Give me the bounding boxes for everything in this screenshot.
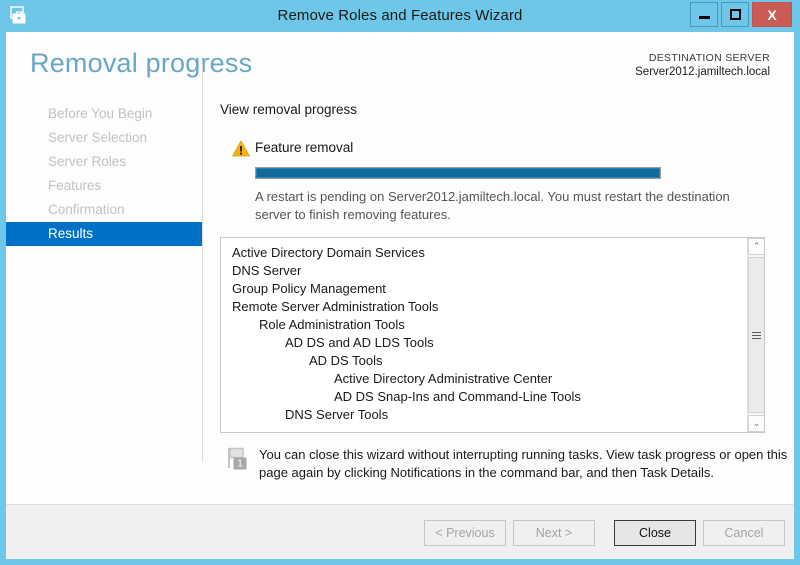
- sidebar-item-before-you-begin[interactable]: Before You Begin: [6, 102, 202, 126]
- sidebar-item-label: Results: [48, 226, 94, 241]
- sidebar-item-confirmation[interactable]: Confirmation: [6, 198, 202, 222]
- sidebar-item-label: Server Roles: [48, 154, 127, 169]
- sidebar-item-server-roles[interactable]: Server Roles: [6, 150, 202, 174]
- maximize-icon: [729, 9, 741, 20]
- sidebar-item-server-selection[interactable]: Server Selection: [6, 126, 202, 150]
- sidebar-item-label: Server Selection: [48, 130, 148, 145]
- page-title: Removal progress: [30, 48, 253, 78]
- list-item[interactable]: AD DS and AD LDS Tools: [221, 334, 747, 352]
- destination-server-label: DESTINATION SERVER: [648, 52, 770, 64]
- destination-server-block: DESTINATION SERVER Server2012.jamiltech.…: [635, 52, 770, 78]
- scroll-down-button[interactable]: ⌄: [748, 415, 764, 432]
- remove-roles-wizard-window: Remove Roles and Features Wizard X Remov…: [0, 0, 800, 565]
- close-button[interactable]: Close: [614, 520, 696, 546]
- removal-results-list: Active Directory Domain Services DNS Ser…: [221, 238, 747, 424]
- progress-bar-fill: [256, 168, 660, 178]
- progress-note: A restart is pending on Server2012.jamil…: [255, 189, 730, 222]
- minimize-icon: [698, 16, 710, 19]
- progress-block: Feature removal A restart is pending on …: [220, 139, 776, 224]
- main-content: View removal progress Feature removal A …: [220, 102, 787, 482]
- sidebar-item-results[interactable]: Results: [6, 222, 202, 246]
- maximize-button[interactable]: [721, 2, 749, 27]
- wizard-step-nav: Before You Begin Server Selection Server…: [6, 102, 202, 502]
- removal-results-listbox[interactable]: Active Directory Domain Services DNS Ser…: [220, 237, 765, 433]
- page-header: Removal progress DESTINATION SERVER Serv…: [6, 32, 794, 102]
- footnote-text: You can close this wizard without interr…: [259, 447, 788, 480]
- footnote-block: 1 You can close this wizard without inte…: [220, 446, 794, 482]
- progress-title: Feature removal: [255, 140, 354, 155]
- minimize-button[interactable]: [690, 2, 718, 27]
- cancel-button[interactable]: Cancel: [703, 520, 785, 546]
- window-title: Remove Roles and Features Wizard: [277, 7, 523, 24]
- sidebar-item-label: Before You Begin: [48, 106, 153, 121]
- next-button[interactable]: Next >: [513, 520, 595, 546]
- chevron-up-icon: ⌃: [752, 241, 761, 251]
- list-item[interactable]: Role Administration Tools: [221, 316, 747, 334]
- list-item[interactable]: AD DS Snap-Ins and Command-Line Tools: [221, 388, 747, 406]
- progress-bar: [255, 167, 661, 179]
- wizard-footer: < Previous Next > Close Cancel: [6, 504, 794, 559]
- sidebar-item-features[interactable]: Features: [6, 174, 202, 198]
- title-bar: Remove Roles and Features Wizard X: [0, 0, 800, 32]
- scrollbar-grip-icon: [752, 331, 761, 339]
- sidebar-item-label: Features: [48, 178, 102, 193]
- section-label: View removal progress: [220, 102, 358, 117]
- list-item[interactable]: Active Directory Administrative Center: [221, 370, 747, 388]
- previous-button[interactable]: < Previous: [424, 520, 506, 546]
- list-item[interactable]: Remote Server Administration Tools: [221, 298, 747, 316]
- list-item[interactable]: Group Policy Management: [221, 280, 747, 298]
- sidebar-divider: [202, 64, 203, 462]
- list-item[interactable]: AD DS Tools: [221, 352, 747, 370]
- wizard-client-area: Removal progress DESTINATION SERVER Serv…: [6, 32, 794, 559]
- warning-triangle-icon: [232, 140, 250, 157]
- destination-server-value: Server2012.jamiltech.local: [635, 66, 770, 78]
- sidebar-item-label: Confirmation: [48, 202, 125, 217]
- scrollbar-thumb[interactable]: [748, 257, 764, 413]
- listbox-scrollbar[interactable]: ⌃ ⌄: [747, 238, 764, 432]
- list-item[interactable]: Active Directory Domain Services: [221, 244, 747, 262]
- notification-badge-count: 1: [237, 459, 243, 470]
- notification-flag-icon: 1: [226, 446, 256, 476]
- close-window-button[interactable]: X: [752, 2, 792, 27]
- scroll-up-button[interactable]: ⌃: [748, 238, 764, 255]
- list-item[interactable]: DNS Server: [221, 262, 747, 280]
- chevron-down-icon: ⌄: [752, 418, 761, 428]
- list-item[interactable]: DNS Server Tools: [221, 406, 747, 424]
